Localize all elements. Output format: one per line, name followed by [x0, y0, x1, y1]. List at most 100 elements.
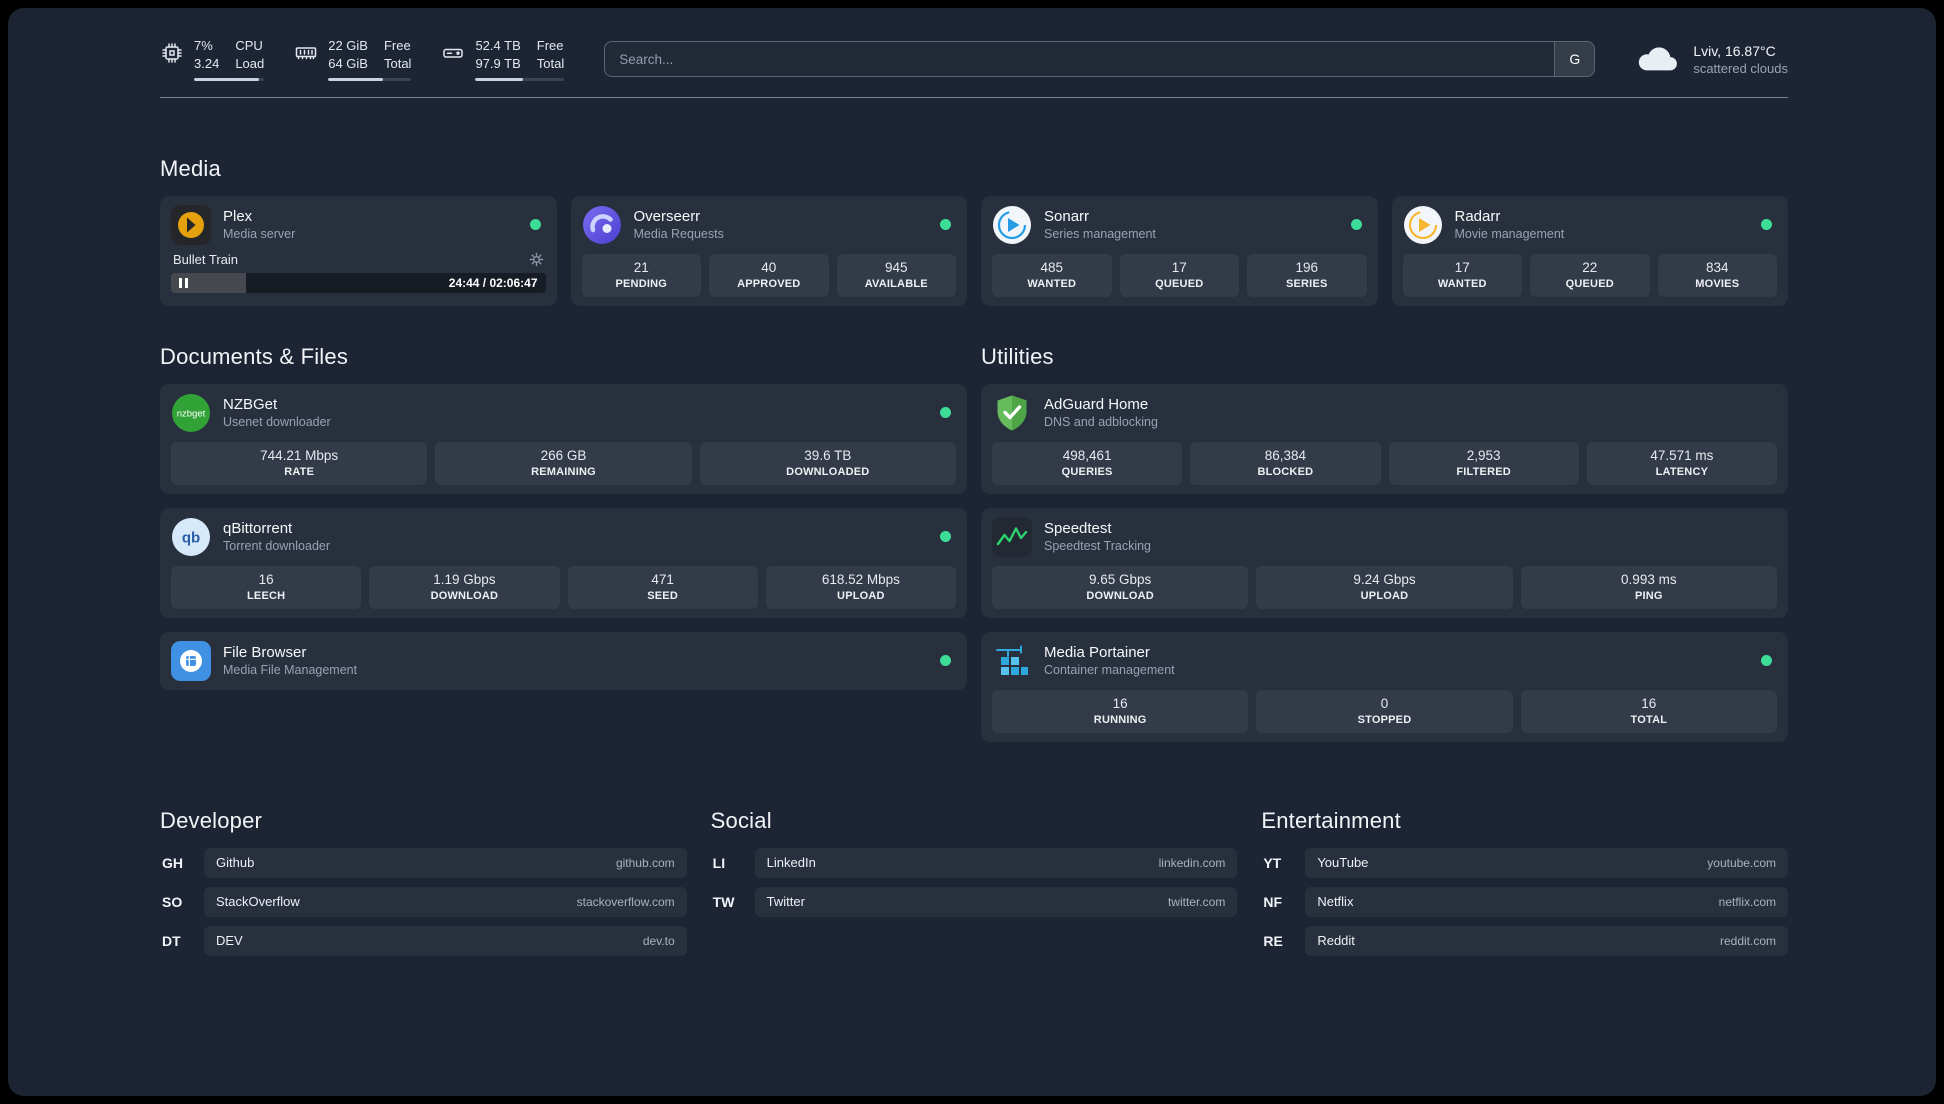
stat-leech: 16 LEECH	[171, 565, 362, 609]
service-name: Media Portainer	[1044, 644, 1150, 662]
service-name: Speedtest	[1044, 520, 1112, 538]
stat-available: 945 AVAILABLE	[836, 253, 956, 297]
service-card-overseerr[interactable]: Overseerr Media Requests 21 PENDING 40 A…	[570, 195, 967, 306]
cpu-load-value: 3.24	[194, 55, 220, 71]
media-section-title: Media	[160, 155, 221, 181]
memory-total-label: Total	[383, 55, 412, 71]
memory-total-value: 64 GiB	[328, 55, 368, 71]
svg-text:nzbget: nzbget	[177, 408, 206, 419]
service-card-plex[interactable]: Plex Media server Bullet Train 24:44 / 0…	[160, 195, 557, 306]
playback-progress-bar[interactable]: 24:44 / 02:06:47	[171, 272, 546, 293]
service-card-radarr[interactable]: Radarr Movie management 17 WANTED 22 QUE…	[1391, 195, 1788, 306]
speedtest-icon	[992, 516, 1032, 557]
service-subtitle: Speedtest Tracking	[1044, 539, 1152, 554]
entertainment-section-title: Entertainment	[1261, 807, 1401, 833]
header-divider	[160, 96, 1788, 98]
cpu-widget: 7% 3.24 CPU Load	[160, 38, 265, 81]
search-bar: G	[604, 41, 1596, 78]
plex-icon	[171, 204, 211, 245]
stat-downloaded: 39.6 TB DOWNLOADED	[699, 441, 956, 485]
stat-approved: 40 APPROVED	[709, 253, 829, 297]
status-dot	[940, 655, 951, 667]
stat-ping: 0.993 ms PING	[1520, 565, 1777, 609]
stat-total: 16 TOTAL	[1520, 689, 1777, 733]
bookmark-linkedin[interactable]: LI LinkedIn linkedin.com	[711, 847, 1238, 878]
bookmark-group-entertainment: Entertainment YT YouTube youtube.com NF …	[1261, 808, 1788, 956]
bookmark-github[interactable]: GH Github github.com	[160, 847, 687, 878]
bookmark-name: Netflix	[1317, 894, 1354, 910]
sonarr-icon	[992, 205, 1032, 245]
portainer-icon	[992, 641, 1032, 681]
service-name: Plex	[223, 208, 253, 226]
section-utilities: Utilities AdGuard Home DNS and adblockin…	[981, 344, 1788, 742]
status-dot	[940, 531, 951, 543]
bookmark-dev[interactable]: DT DEV dev.to	[160, 925, 687, 956]
bookmark-url: twitter.com	[1167, 894, 1226, 909]
service-card-sonarr[interactable]: Sonarr Series management 485 WANTED 17 Q…	[981, 195, 1378, 306]
service-subtitle: Media Requests	[633, 227, 724, 242]
dashboard: 7% 3.24 CPU Load 22 GiB 64 GiB Free Tota…	[8, 8, 1936, 1096]
social-section-title: Social	[710, 807, 772, 833]
bookmark-twitter[interactable]: TW Twitter twitter.com	[711, 886, 1238, 917]
svg-text:qb: qb	[182, 529, 200, 546]
stat-movies: 834 MOVIES	[1657, 253, 1777, 297]
bookmark-name: StackOverflow	[216, 894, 300, 910]
qbittorrent-icon: qb	[171, 517, 211, 557]
bookmark-abbr: GH	[162, 854, 183, 871]
memory-icon	[295, 47, 317, 60]
pause-icon[interactable]	[179, 277, 188, 288]
service-subtitle: Usenet downloader	[223, 415, 331, 430]
bookmark-url: reddit.com	[1719, 933, 1776, 948]
memory-usage-bar	[328, 77, 412, 81]
stat-latency: 47.571 ms LATENCY	[1586, 441, 1777, 485]
stat-remaining: 266 GB REMAINING	[435, 441, 692, 485]
bookmark-abbr: LI	[712, 854, 726, 871]
bookmark-url: dev.to	[642, 933, 675, 948]
cpu-icon	[162, 43, 182, 63]
utilities-section-title: Utilities	[981, 343, 1054, 369]
service-name: NZBGet	[223, 396, 278, 414]
documents-section-title: Documents & Files	[160, 343, 349, 369]
memory-free-label: Free	[383, 38, 411, 53]
disk-usage-bar	[475, 77, 565, 81]
cloud-icon	[1639, 47, 1678, 71]
service-subtitle: DNS and adblocking	[1044, 415, 1158, 430]
search-provider-button[interactable]: G	[1554, 42, 1595, 77]
service-card-nzbget[interactable]: nzbget NZBGet Usenet downloader 744.21 M…	[160, 383, 967, 494]
bookmark-netflix[interactable]: NF Netflix netflix.com	[1261, 886, 1788, 917]
bookmark-stackoverflow[interactable]: SO StackOverflow stackoverflow.com	[160, 886, 687, 917]
service-name: Overseerr	[633, 208, 701, 226]
service-card-adguard[interactable]: AdGuard Home DNS and adblocking 498,461 …	[981, 383, 1788, 494]
stat-series: 196 SERIES	[1247, 253, 1367, 297]
service-name: Sonarr	[1044, 208, 1090, 226]
load-label: Load	[235, 55, 265, 71]
service-name: File Browser	[223, 644, 307, 662]
bookmark-group-developer: Developer GH Github github.com SO StackO…	[160, 808, 687, 956]
bookmark-url: stackoverflow.com	[576, 894, 675, 909]
now-playing-title: Bullet Train	[173, 251, 239, 267]
stat-queued: 22 QUEUED	[1530, 253, 1650, 297]
service-card-portainer[interactable]: Media Portainer Container management 16 …	[981, 631, 1788, 742]
bookmark-youtube[interactable]: YT YouTube youtube.com	[1261, 847, 1788, 878]
weather-condition: scattered clouds	[1693, 60, 1788, 76]
gear-icon[interactable]	[529, 252, 544, 267]
service-card-qbittorrent[interactable]: qb qBittorrent Torrent downloader 16 LEE…	[160, 507, 967, 618]
search-input[interactable]	[604, 41, 1596, 78]
weather-widget: Lviv, 16.87°C scattered clouds	[1635, 42, 1788, 76]
bookmark-url: youtube.com	[1707, 855, 1776, 870]
weather-location: Lviv, 16.87°C	[1693, 42, 1776, 59]
stat-wanted: 17 WANTED	[1402, 253, 1522, 297]
stat-seed: 471 SEED	[567, 565, 758, 609]
developer-section-title: Developer	[160, 807, 263, 833]
disk-icon	[443, 48, 464, 58]
status-dot	[529, 219, 541, 231]
bookmark-reddit[interactable]: RE Reddit reddit.com	[1261, 925, 1788, 956]
service-card-speedtest[interactable]: Speedtest Speedtest Tracking 9.65 Gbps D…	[981, 507, 1788, 618]
service-card-filebrowser[interactable]: File Browser Media File Management	[160, 631, 967, 690]
status-dot	[1761, 219, 1772, 231]
bookmark-abbr: RE	[1263, 932, 1283, 949]
service-name: Radarr	[1454, 208, 1501, 226]
disk-widget: 52.4 TB 97.9 TB Free Total	[441, 38, 565, 81]
bookmark-name: Github	[216, 855, 255, 871]
radarr-icon	[1403, 205, 1443, 245]
